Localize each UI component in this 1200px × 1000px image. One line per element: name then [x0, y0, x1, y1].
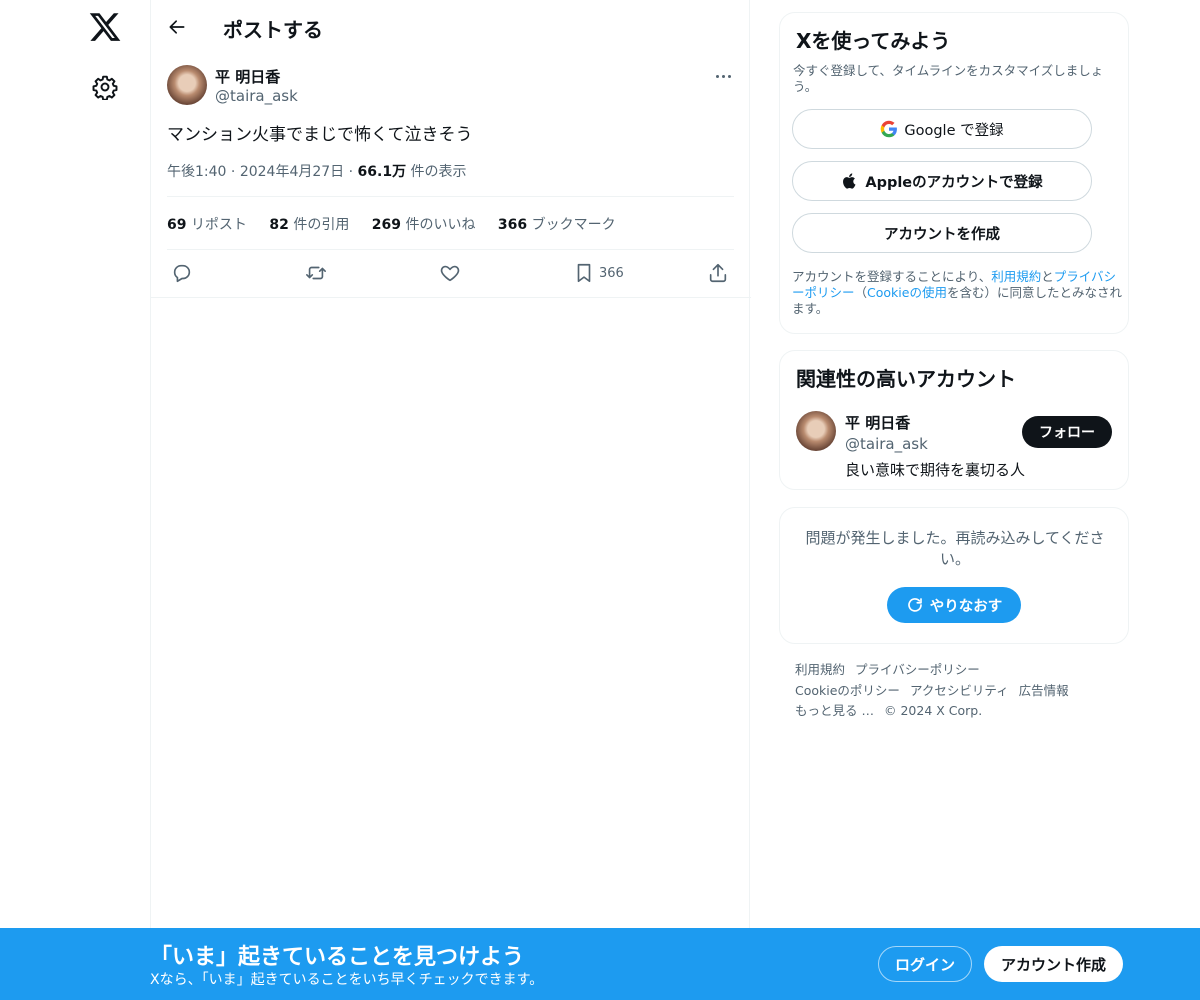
- gear-icon[interactable]: [92, 74, 118, 101]
- page-title: ポストする: [223, 18, 323, 42]
- bookmark-count: 366: [599, 265, 624, 281]
- post-stats: 69 リポスト 82 件の引用 269 件のいいね 366 ブックマーク: [167, 214, 634, 234]
- meta-separator: ·: [348, 164, 358, 180]
- post-actions: 366: [151, 259, 751, 289]
- retry-button[interactable]: やりなおす: [887, 587, 1021, 623]
- more-icon[interactable]: [711, 64, 735, 88]
- signup-card: Xを使ってみよう 今すぐ登録して、タイムラインをカスタマイズしましょう。 Goo…: [779, 12, 1129, 334]
- divider: [167, 196, 734, 197]
- signup-legal-text: アカウントを登録することにより、利用規約とプライバシーポリシー（Cookieの使…: [792, 269, 1122, 317]
- copyright: © 2024 X Corp.: [883, 703, 983, 718]
- footer-cookie-link[interactable]: Cookieのポリシー: [795, 683, 900, 698]
- post-date[interactable]: 2024年4月27日: [240, 164, 344, 180]
- stat-count: 82: [269, 217, 289, 233]
- meta-separator: ·: [230, 164, 240, 180]
- stat-label: リポスト: [190, 217, 247, 233]
- google-logo-icon: [881, 120, 898, 138]
- error-card: 問題が発生しました。再読み込みしてください。 やりなおす: [779, 507, 1129, 644]
- bookmark-icon: [577, 263, 591, 283]
- google-signup-button[interactable]: Google で登録: [792, 109, 1092, 149]
- error-message: 問題が発生しました。再読み込みしてください。: [805, 529, 1105, 568]
- share-button[interactable]: [707, 261, 729, 285]
- banner-subtitle: Xなら、「いま」起きていることをいち早くチェックできます。: [150, 972, 544, 988]
- footer-links: 利用規約 プライバシーポリシー Cookieのポリシー アクセシビリティ 広告情報 も…: [795, 660, 1115, 722]
- related-bio: 良い意味で期待を裏切る人: [845, 461, 1026, 479]
- post-text: マンション火事でまじで怖くて泣きそう: [167, 125, 473, 145]
- create-account-button[interactable]: アカウントを作成: [792, 213, 1092, 253]
- stat-bookmarks[interactable]: 366 ブックマーク: [498, 217, 616, 233]
- back-button[interactable]: [163, 13, 191, 41]
- divider: [167, 249, 734, 250]
- legal-paren: （: [854, 285, 868, 300]
- login-button[interactable]: ログイン: [878, 946, 972, 982]
- share-icon: [709, 263, 727, 283]
- like-button[interactable]: [439, 261, 461, 285]
- apple-logo-icon: [843, 173, 856, 189]
- apple-signup-button[interactable]: Appleのアカウントで登録: [792, 161, 1092, 201]
- post-detail: 平 明日香 @taira_ask マンション火事でまじで怖くて泣きそう 午後1:…: [151, 54, 751, 298]
- footer-accessibility-link[interactable]: アクセシビリティ: [910, 683, 1009, 698]
- related-accounts-card: 関連性の高いアカウント 平 明日香 @taira_ask 良い意味で期待を裏切る…: [779, 350, 1129, 490]
- post-time[interactable]: 午後1:40: [167, 164, 226, 180]
- footer-more-link[interactable]: もっと見る …: [795, 703, 874, 718]
- signup-banner: 「いま」起きていることを見つけよう Xなら、「いま」起きていることをいち早くチェ…: [0, 928, 1200, 1000]
- stat-count: 69: [167, 217, 187, 233]
- follow-button[interactable]: フォロー: [1022, 416, 1112, 448]
- author-handle[interactable]: @taira_ask: [215, 87, 298, 105]
- related-name[interactable]: 平 明日香: [845, 412, 910, 433]
- views-count: 66.1万: [357, 164, 407, 180]
- stat-label: ブックマーク: [531, 217, 616, 233]
- google-signup-label: Google で登録: [904, 122, 1004, 139]
- footer-ads-link[interactable]: 広告情報: [1019, 683, 1069, 698]
- reply-icon: [173, 264, 191, 283]
- views-label: 件の表示: [410, 164, 467, 180]
- stat-count: 366: [497, 217, 528, 233]
- signup-subtitle: 今すぐ登録して、タイムラインをカスタマイズしましょう。: [793, 63, 1104, 94]
- terms-link[interactable]: 利用規約: [991, 269, 1041, 284]
- arrow-left-icon: [169, 20, 185, 34]
- stat-label: 件の引用: [293, 217, 350, 233]
- cookie-link[interactable]: Cookieの使用: [867, 285, 947, 300]
- apple-signup-label: Appleのアカウントで登録: [865, 174, 1043, 191]
- stat-count: 269: [371, 217, 402, 233]
- signup-title: Xを使ってみよう: [796, 29, 951, 53]
- author-name[interactable]: 平 明日香: [215, 66, 280, 87]
- stat-likes[interactable]: 269 件のいいね: [372, 217, 476, 233]
- create-account-label: アカウントを作成: [884, 226, 1000, 243]
- refresh-icon: [907, 598, 922, 612]
- x-logo-icon[interactable]: [88, 10, 122, 44]
- bookmark-button[interactable]: 366: [573, 261, 624, 285]
- heart-icon: [440, 265, 460, 282]
- stat-reposts[interactable]: 69 リポスト: [167, 217, 247, 233]
- stat-quotes[interactable]: 82 件の引用: [269, 217, 349, 233]
- related-handle[interactable]: @taira_ask: [845, 435, 928, 453]
- left-nav: [0, 0, 150, 1000]
- repost-button[interactable]: [305, 261, 327, 285]
- legal-prefix: アカウントを登録することにより、: [792, 269, 992, 284]
- footer-terms-link[interactable]: 利用規約: [795, 662, 845, 677]
- signup-button[interactable]: アカウント作成: [984, 946, 1123, 982]
- retry-label: やりなおす: [929, 598, 1003, 615]
- post-meta: 午後1:40 · 2024年4月27日 · 66.1万 件の表示: [167, 161, 467, 181]
- related-title: 関連性の高いアカウント: [796, 367, 1016, 391]
- reply-button[interactable]: [171, 261, 193, 285]
- stat-label: 件のいいね: [405, 217, 476, 233]
- avatar[interactable]: [167, 65, 207, 105]
- page-header: ポストする: [151, 0, 751, 54]
- banner-title: 「いま」起きていることを見つけよう: [150, 945, 525, 970]
- main-column: ポストする 平 明日香 @taira_ask マンション火事でまじで怖くて泣きそ…: [150, 0, 751, 1000]
- footer-privacy-link[interactable]: プライバシーポリシー: [855, 662, 980, 677]
- legal-and: と: [1041, 269, 1054, 284]
- avatar[interactable]: [796, 411, 836, 451]
- repost-icon: [306, 266, 326, 280]
